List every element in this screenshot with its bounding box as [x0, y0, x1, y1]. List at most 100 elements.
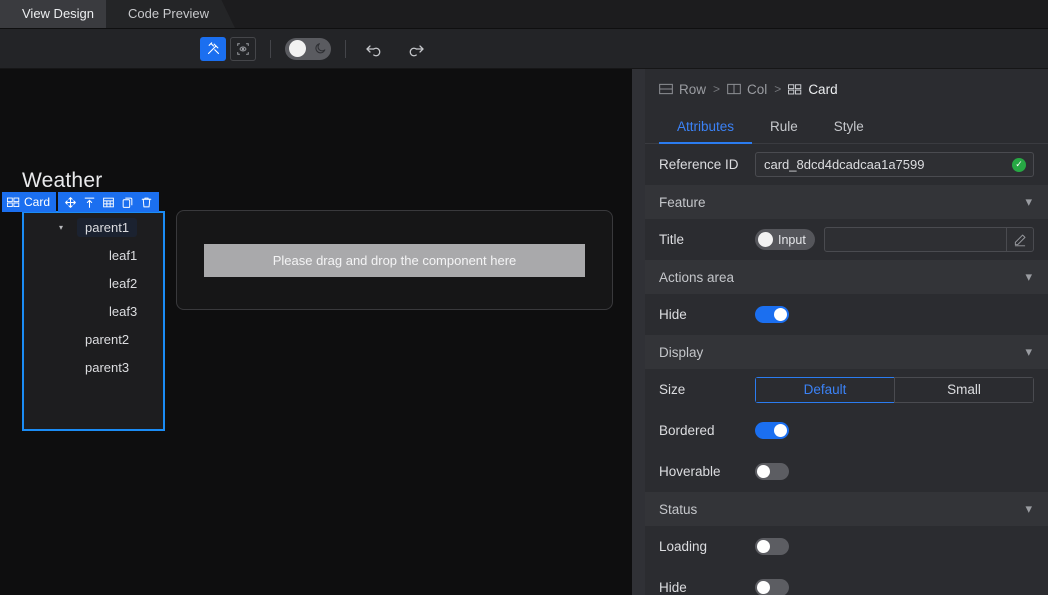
section-feature-label: Feature: [659, 194, 706, 210]
tree-component[interactable]: ▾ parent1 leaf1 leaf2 leaf3 parent2 pare…: [22, 211, 165, 431]
tree-item-label: parent1: [77, 217, 138, 237]
title-edit-button[interactable]: [1006, 228, 1033, 251]
design-canvas[interactable]: Weather Card ▾ parent1 leaf1 leaf2 leaf3…: [0, 69, 632, 595]
design-tools-button[interactable]: [200, 36, 226, 61]
tab-rule[interactable]: Rule: [752, 109, 816, 143]
loading-toggle[interactable]: [755, 538, 789, 555]
breadcrumb-label: Col: [747, 81, 768, 97]
title-mode-toggle[interactable]: Input: [755, 229, 815, 250]
section-status[interactable]: Status ▾: [645, 492, 1048, 526]
tab-code-preview-label: Code Preview: [128, 6, 209, 21]
breadcrumb: Row > Col > Card: [645, 69, 1048, 109]
tab-view-design-label: View Design: [22, 6, 95, 21]
tree-item[interactable]: leaf1: [24, 241, 163, 269]
chevron-down-icon: ▾: [1025, 194, 1032, 209]
badge-label-text: Card: [24, 195, 51, 209]
size-option-default-label: Default: [803, 382, 847, 397]
theme-toggle[interactable]: [285, 37, 331, 60]
pencil-edit-icon: [1014, 234, 1026, 246]
tab-code-preview[interactable]: Code Preview: [106, 0, 235, 28]
move-button[interactable]: [61, 192, 80, 212]
tab-style[interactable]: Style: [816, 109, 882, 143]
card-grid-icon: [7, 197, 20, 207]
preview-button[interactable]: [230, 36, 256, 61]
delete-button[interactable]: [137, 192, 156, 212]
bordered-toggle[interactable]: [755, 422, 789, 439]
breadcrumb-item-card[interactable]: Card: [788, 82, 838, 97]
toggle-knob: [774, 308, 787, 321]
title-input[interactable]: [824, 228, 1033, 251]
hoverable-row: Hoverable: [645, 451, 1048, 492]
breadcrumb-item-col[interactable]: Col: [727, 82, 767, 97]
reference-id-label: Reference ID: [659, 157, 739, 172]
design-tools-icon: [207, 42, 219, 55]
mode-buttons: [200, 36, 256, 61]
section-actions-area-label: Actions area: [659, 269, 735, 285]
section-actions-area[interactable]: Actions area ▾: [645, 260, 1048, 294]
size-option-default[interactable]: Default: [755, 376, 894, 403]
size-option-small-label: Small: [947, 382, 981, 397]
top-tab-strip: View Design Code Preview: [0, 0, 1048, 29]
breadcrumb-item-row[interactable]: Row: [659, 82, 706, 97]
toggle-knob: [774, 424, 787, 437]
delete-icon: [141, 197, 152, 207]
properties-panel: Row > Col > Card Attributes Rule Style R…: [645, 69, 1048, 595]
title-row: Title Input: [645, 219, 1048, 260]
component-drop-panel[interactable]: Please drag and drop the component here: [176, 210, 613, 310]
status-hide-toggle[interactable]: [755, 579, 789, 595]
tree-item[interactable]: parent3: [24, 353, 163, 381]
tree-item-label: leaf1: [109, 247, 138, 263]
loading-label: Loading: [659, 539, 708, 554]
toggle-knob: [757, 540, 770, 553]
breadcrumb-separator: >: [713, 82, 721, 96]
copy-icon: [122, 197, 133, 208]
title-mode-label: Input: [778, 232, 806, 247]
table-button[interactable]: [99, 192, 118, 212]
section-display[interactable]: Display ▾: [645, 335, 1048, 369]
size-label: Size: [659, 382, 686, 397]
redo-arrow-icon[interactable]: [408, 40, 426, 58]
size-option-small[interactable]: Small: [894, 376, 1034, 403]
title-input-wrap: [823, 227, 1034, 252]
tab-attributes-label: Attributes: [677, 118, 735, 134]
tree-item[interactable]: parent2: [24, 325, 163, 353]
tree-item[interactable]: leaf2: [24, 269, 163, 297]
hoverable-toggle[interactable]: [755, 463, 789, 480]
toolbar-controls: [200, 36, 426, 61]
hoverable-label: Hoverable: [659, 464, 721, 479]
chevron-down-icon: ▾: [1025, 269, 1032, 284]
reference-id-row: Reference ID card_8dcd4dcadcaa1a7599 ✓: [645, 144, 1048, 185]
section-feature[interactable]: Feature ▾: [645, 185, 1048, 219]
row-layout-icon: [659, 83, 673, 95]
status-hide-row: Hide: [645, 567, 1048, 595]
panel-divider[interactable]: [632, 69, 645, 595]
page-title: Weather: [22, 169, 103, 192]
panel-content: Reference ID card_8dcd4dcadcaa1a7599 ✓ F…: [645, 144, 1048, 595]
tab-rule-label: Rule: [770, 118, 798, 134]
actions-hide-row: Hide: [645, 294, 1048, 335]
select-parent-button[interactable]: [80, 192, 99, 212]
loading-row: Loading: [645, 526, 1048, 567]
theme-toggle-knob: [289, 40, 306, 57]
tree-item[interactable]: ▾ parent1: [24, 213, 163, 241]
tree-item-label: parent2: [85, 331, 130, 347]
tree-item-label: leaf3: [109, 303, 138, 319]
selected-component-badge: Card: [2, 192, 160, 212]
undo-arrow-icon[interactable]: [364, 40, 382, 58]
breadcrumb-separator: >: [774, 82, 782, 96]
copy-button[interactable]: [118, 192, 137, 212]
tree-item[interactable]: leaf3: [24, 297, 163, 325]
badge-toolbar: [58, 192, 160, 212]
chevron-down-icon: ▾: [1025, 344, 1032, 359]
reference-id-value: card_8dcd4dcadcaa1a7599: [764, 157, 925, 172]
reference-id-input[interactable]: card_8dcd4dcadcaa1a7599 ✓: [755, 152, 1034, 177]
tab-view-design[interactable]: View Design: [0, 0, 120, 28]
bordered-row: Bordered: [645, 410, 1048, 451]
tab-attributes[interactable]: Attributes: [659, 109, 753, 144]
actions-hide-toggle[interactable]: [755, 306, 789, 323]
history-buttons: [364, 40, 426, 58]
badge-label-group[interactable]: Card: [2, 192, 57, 212]
editor-body: Weather Card ▾ parent1 leaf1 leaf2 leaf3…: [0, 69, 1048, 595]
select-parent-icon: [84, 197, 95, 208]
expand-caret-icon[interactable]: ▾: [56, 223, 66, 232]
